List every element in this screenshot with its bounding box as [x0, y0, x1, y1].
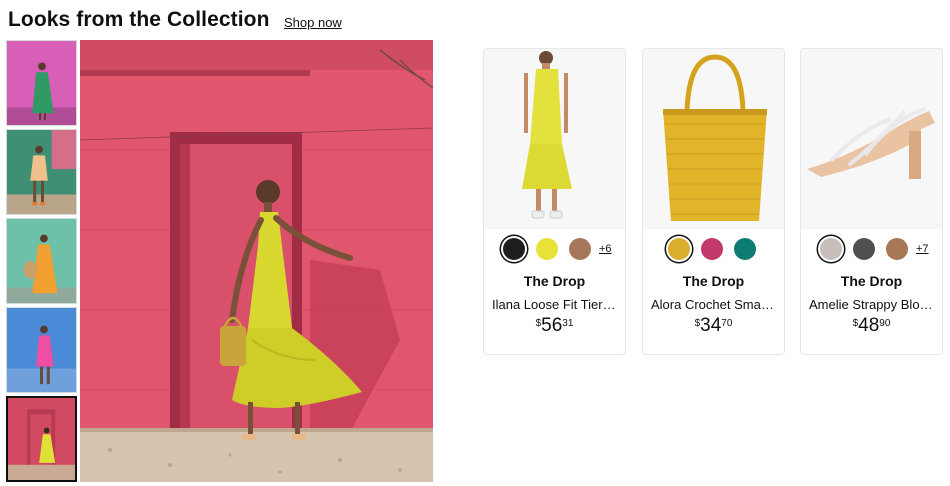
product-image-strappy-sandal[interactable]: [801, 49, 942, 229]
price-currency: $: [535, 318, 542, 329]
more-colors-link[interactable]: +7: [916, 243, 929, 255]
product-image-crochet-tote[interactable]: [643, 49, 784, 229]
product-brand: The Drop: [682, 273, 745, 289]
product-title-link[interactable]: Ilana Loose Fit Tiered Maxi Dress: [492, 297, 617, 312]
price-currency: $: [852, 318, 859, 329]
product-title-link[interactable]: Alora Crochet Small Tote Bag: [651, 297, 776, 312]
price-whole: 48: [858, 315, 880, 336]
price-fraction: 90: [879, 318, 891, 329]
color-swatch-1[interactable]: [820, 238, 842, 260]
product-brand: The Drop: [840, 273, 903, 289]
price-currency: $: [694, 318, 701, 329]
color-swatch-2[interactable]: [536, 238, 558, 260]
product-card[interactable]: +7 The Drop Amelie Strappy Block Heel Sa…: [800, 48, 943, 355]
more-colors-link[interactable]: +6: [599, 243, 612, 255]
color-swatch-3[interactable]: [734, 238, 756, 260]
price-fraction: 31: [562, 318, 574, 329]
product-brand: The Drop: [523, 273, 586, 289]
section-title: Looks from the Collection: [8, 8, 270, 31]
hero-lifestyle-image[interactable]: [80, 40, 433, 482]
color-swatches: +7: [801, 236, 942, 264]
color-swatch-3[interactable]: [569, 238, 591, 260]
price-whole: 56: [541, 315, 563, 336]
product-price: $4890: [801, 315, 942, 337]
product-card[interactable]: The Drop Alora Crochet Small Tote Bag $3…: [642, 48, 785, 355]
price-whole: 34: [700, 315, 722, 336]
color-swatch-3[interactable]: [886, 238, 908, 260]
product-card[interactable]: +6 The Drop Ilana Loose Fit Tiered Maxi …: [483, 48, 626, 355]
product-image-maxi-dress[interactable]: [484, 49, 625, 229]
color-swatches: [643, 236, 784, 264]
look-1-thumbnail[interactable]: [6, 40, 77, 126]
look-2-thumbnail[interactable]: [6, 129, 77, 215]
color-swatches: +6: [484, 236, 625, 264]
product-price: $5631: [484, 315, 625, 337]
look-4-thumbnail[interactable]: [6, 307, 77, 393]
color-swatch-2[interactable]: [701, 238, 723, 260]
price-fraction: 70: [721, 318, 733, 329]
look-5-thumbnail[interactable]: [6, 396, 77, 482]
color-swatch-1[interactable]: [503, 238, 525, 260]
product-title-link[interactable]: Amelie Strappy Block Heel Sandal: [809, 297, 934, 312]
shop-now-link[interactable]: Shop now: [284, 15, 342, 30]
look-3-thumbnail[interactable]: [6, 218, 77, 304]
color-swatch-1[interactable]: [668, 238, 690, 260]
product-price: $3470: [643, 315, 784, 337]
color-swatch-2[interactable]: [853, 238, 875, 260]
